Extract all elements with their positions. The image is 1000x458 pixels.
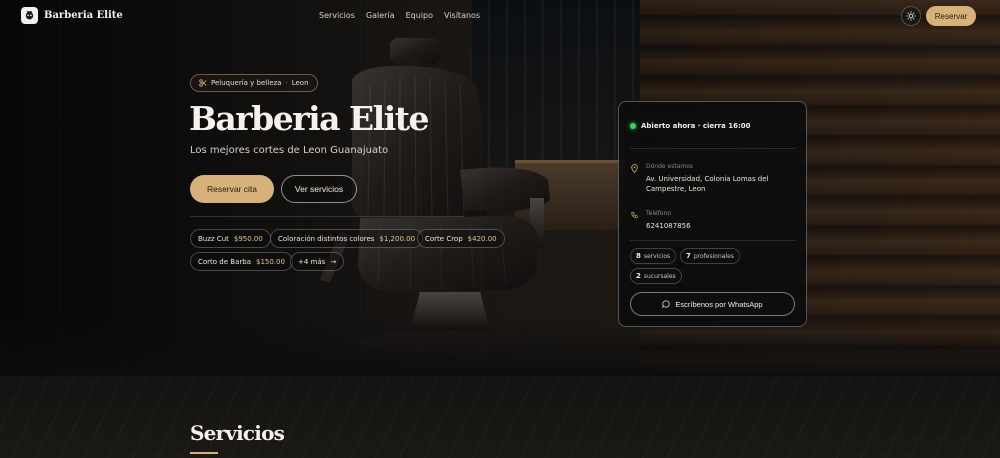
nav-link-galeria[interactable]: Galería [366,11,395,20]
service-chip-buzz-cut[interactable]: Buzz Cut $950.00 [190,229,271,248]
background-vignette [0,316,1000,376]
card-divider [630,148,795,149]
business-info-card: Abierto ahora · cierra 16:00 Dónde estam… [618,101,807,327]
stat-label: profesionales [693,252,734,260]
phone-icon [631,211,638,219]
service-price: $950.00 [233,234,263,243]
nav-links: Servicios Galería Equipo Visítanos [319,11,480,20]
book-appointment-button[interactable]: Reservar cita [190,175,274,203]
phone-number[interactable]: 6241087856 [646,221,786,231]
category-badge: Peluquería y belleza · Leon [190,74,318,92]
card-divider [630,240,795,241]
stat-label: sucursales [643,272,676,280]
reserve-button[interactable]: Reservar [926,6,976,26]
stat-label: servicios [643,252,671,260]
arrow-right-icon: → [330,257,337,266]
brand-name: Barberia Elite [44,10,123,21]
chat-bubble-icon [662,300,670,308]
more-services-label: +4 más [298,257,326,266]
hero-title: Barberia Elite [189,99,430,138]
services-heading-underline [190,452,218,454]
stat-count: 8 [636,252,641,260]
service-price: $150.00 [255,257,285,266]
service-name: Coloración distintos colores [278,234,375,243]
separator-dot: · [285,79,288,87]
service-name: Buzz Cut [198,234,229,243]
phone-label: Teléfono [646,210,671,217]
top-navigation: Barberia Elite Servicios Galería Equipo … [0,0,1000,34]
location-block: Dónde estamos Av. Universidad, Colonia L… [631,163,786,194]
service-chip-corte-crop[interactable]: Corte Crop $420.00 [417,229,505,248]
category-label: Peluquería y belleza [211,79,282,87]
whatsapp-label: Escríbenos por WhatsApp [675,299,763,309]
view-services-button[interactable]: Ver servicios [281,175,357,203]
hero-subtitle: Los mejores cortes de Leon Guanajuato [190,145,389,156]
brand-logo-icon [21,7,38,24]
address-text[interactable]: Av. Universidad, Colonia Lomas del Campe… [646,174,786,194]
nav-link-visitanos[interactable]: Visítanos [444,11,480,20]
scissors-icon [199,79,207,87]
service-price: $420.00 [467,234,497,243]
nav-link-servicios[interactable]: Servicios [319,11,355,20]
whatsapp-button[interactable]: Escríbenos por WhatsApp [630,292,795,316]
service-chip-corto-de-barba[interactable]: Corto de Barba $150.00 [190,252,293,271]
services-section: Servicios [0,376,1000,458]
hero-divider [190,216,464,217]
location-label: Dónde estamos [646,163,693,170]
services-heading: Servicios [190,421,285,445]
nav-link-equipo[interactable]: Equipo [406,11,433,20]
stat-professionals: 7 profesionales [680,248,740,264]
map-pin-icon [631,164,638,173]
stat-count: 2 [636,272,641,280]
stat-branches: 2 sucursales [630,268,682,284]
more-services-chip[interactable]: +4 más → [290,252,345,271]
status-dot-icon [630,123,636,129]
service-name: Corto de Barba [198,257,251,266]
stat-count: 7 [686,252,691,260]
service-price: $1,200.00 [379,234,416,243]
open-status: Abierto ahora · cierra 16:00 [630,122,751,130]
city-label: Leon [291,79,309,87]
status-text: Abierto ahora · cierra 16:00 [641,122,751,130]
stat-services: 8 servicios [630,248,677,264]
hero-background [0,0,1000,376]
service-name: Corte Crop [425,234,463,243]
brand[interactable]: Barberia Elite [21,7,123,24]
theme-toggle-button[interactable] [901,6,921,26]
sun-icon [906,11,916,21]
service-chip-coloracion[interactable]: Coloración distintos colores $1,200.00 [270,229,424,248]
phone-block: Teléfono 6241087856 [631,210,786,231]
